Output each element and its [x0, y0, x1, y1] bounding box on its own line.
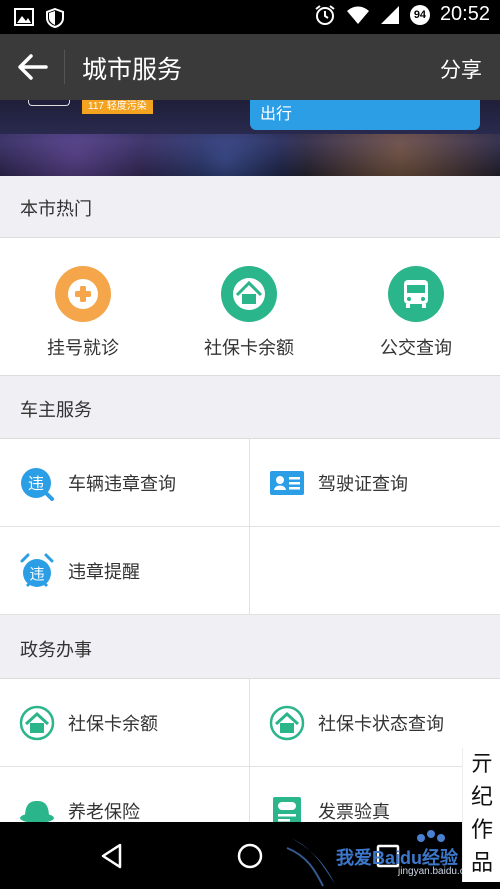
banner-device-outline	[28, 100, 70, 106]
violation-glyph: 违	[28, 474, 44, 493]
stamp-char: 亓	[470, 752, 493, 777]
house-icon	[269, 705, 305, 741]
section-header-gov: 政务办事	[0, 617, 500, 679]
hot-services-row: 挂号就诊 社保卡余额 公交查询	[0, 238, 500, 376]
stamp-char: 品	[470, 851, 493, 876]
battery-badge: 94	[409, 4, 430, 25]
alarm-clock-icon	[315, 4, 335, 25]
page-title: 城市服务	[82, 55, 183, 84]
banner[interactable]: 117 轻度污染 出行	[0, 100, 500, 176]
bus-icon	[388, 266, 444, 322]
shield-icon	[46, 8, 64, 28]
stamp-char: 纪	[470, 785, 493, 810]
section-title-hot: 本市热门	[20, 199, 92, 220]
section-title-car: 车主服务	[20, 400, 92, 421]
wifi-icon	[346, 6, 369, 24]
status-bar: 94 20:52	[0, 0, 500, 34]
hot-item-label: 公交查询	[380, 338, 452, 359]
hot-item-social-balance[interactable]: 社保卡余额	[166, 238, 332, 376]
signal-icon	[380, 5, 399, 24]
hot-item-registration[interactable]: 挂号就诊	[0, 238, 166, 376]
gov-item-label: 社保卡状态查询	[318, 714, 444, 735]
stamp-char: 作	[470, 818, 493, 843]
license-card-icon	[270, 471, 304, 495]
back-arrow-icon[interactable]	[16, 52, 48, 82]
banner-background	[0, 134, 500, 176]
gov-item-social-balance[interactable]: 社保卡余额	[0, 679, 250, 767]
nav-home-icon[interactable]	[236, 842, 264, 870]
section-title-gov: 政务办事	[20, 640, 92, 661]
author-stamp: 亓 纪 作 品	[462, 748, 500, 882]
house-icon	[19, 705, 55, 741]
section-header-hot: 本市热门	[0, 176, 500, 238]
violation-search-icon: 违	[21, 468, 54, 501]
car-item-empty	[250, 527, 500, 615]
hot-item-label: 挂号就诊	[47, 338, 119, 359]
banner-card[interactable]: 出行	[250, 100, 480, 130]
house-icon	[221, 266, 277, 322]
hot-item-label: 社保卡余额	[204, 338, 294, 359]
share-button[interactable]: 分享	[440, 54, 482, 84]
car-item-violation-alert[interactable]: 违 违章提醒	[0, 527, 250, 615]
car-item-violation-search[interactable]: 违 车辆违章查询	[0, 439, 250, 527]
app-bar-divider	[64, 50, 65, 84]
car-item-label: 驾驶证查询	[318, 474, 408, 495]
gov-item-label: 社保卡余额	[68, 714, 158, 735]
car-item-label: 车辆违章查询	[68, 474, 176, 495]
banner-card-label: 出行	[260, 104, 293, 123]
car-item-license[interactable]: 驾驶证查询	[250, 439, 500, 527]
violation-alarm-icon: 违	[20, 553, 54, 588]
nav-back-icon[interactable]	[98, 842, 126, 870]
plus-medical-icon	[55, 266, 111, 322]
car-item-label: 违章提醒	[68, 562, 140, 583]
section-header-car: 车主服务	[0, 377, 500, 439]
image-icon	[14, 8, 34, 26]
violation-glyph: 违	[29, 565, 44, 583]
hot-item-bus[interactable]: 公交查询	[333, 238, 499, 376]
status-time: 20:52	[439, 3, 490, 25]
app-bar: 城市服务 分享	[0, 34, 500, 100]
pollution-badge: 117 轻度污染	[82, 100, 153, 114]
gov-item-label: 养老保险	[68, 802, 140, 823]
